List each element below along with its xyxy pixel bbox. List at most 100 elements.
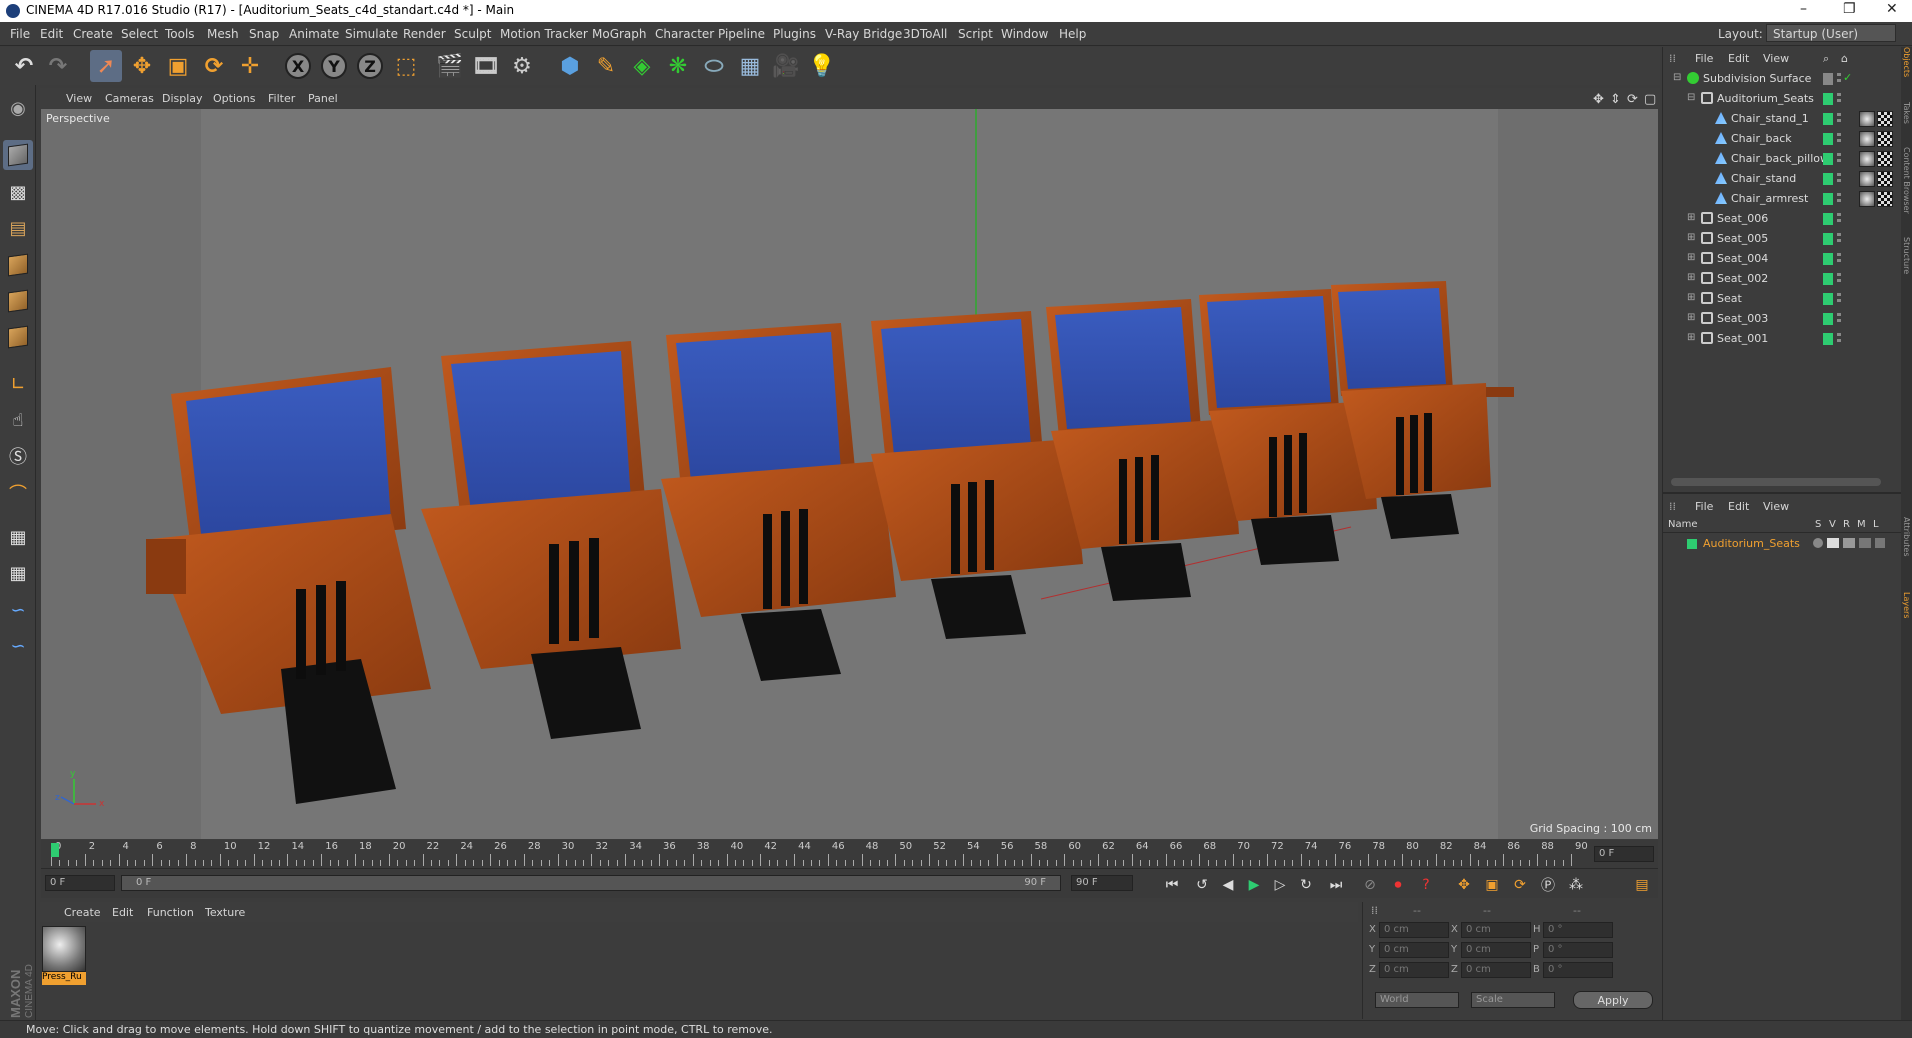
- viewport-menu-cameras[interactable]: Cameras: [105, 92, 154, 105]
- menu-script[interactable]: Script: [958, 27, 993, 41]
- menu-animate[interactable]: Animate: [289, 27, 339, 41]
- material-tag-icon[interactable]: [1859, 191, 1875, 207]
- perspective-viewport[interactable]: y x z Perspective Grid Spacing : 100 cm: [41, 109, 1658, 839]
- texture-tag-icon[interactable]: [1877, 171, 1893, 187]
- viewport-menu-options[interactable]: Options: [213, 92, 255, 105]
- key-parameter-icon[interactable]: Ⓟ: [1537, 874, 1559, 896]
- object-tree-row[interactable]: Chair_back_pillow: [1663, 149, 1901, 169]
- material-label[interactable]: Press_Ru: [42, 972, 86, 985]
- visibility-dots-icon[interactable]: [1837, 193, 1841, 205]
- visibility-dots-icon[interactable]: [1837, 153, 1841, 165]
- axis-mode-icon[interactable]: ∟: [3, 369, 33, 399]
- visibility-dots-icon[interactable]: [1837, 253, 1841, 265]
- object-name[interactable]: Seat_005: [1717, 232, 1768, 245]
- menu-tools[interactable]: Tools: [165, 27, 195, 41]
- viewport-menu-view[interactable]: View: [66, 92, 92, 105]
- next-keyframe-icon[interactable]: ↻: [1295, 874, 1317, 896]
- coord-value-field[interactable]: 0 °: [1543, 962, 1613, 978]
- current-frame-field[interactable]: 0 F: [1594, 846, 1654, 862]
- floor-icon[interactable]: ▦: [734, 50, 766, 82]
- coord-value-field[interactable]: 0 cm: [1461, 942, 1531, 958]
- tweak-mode-icon[interactable]: ☝: [3, 405, 33, 435]
- layer-lock-icon[interactable]: [1875, 538, 1885, 548]
- key-position-icon[interactable]: ✥: [1453, 874, 1475, 896]
- start-frame-field[interactable]: 0 F: [45, 875, 115, 891]
- menu-plugins[interactable]: Plugins: [773, 27, 816, 41]
- visibility-dots-icon[interactable]: [1837, 293, 1841, 305]
- om-menu-view[interactable]: View: [1763, 52, 1789, 65]
- menu-file[interactable]: File: [10, 27, 30, 41]
- y-axis-lock-icon[interactable]: Y: [318, 50, 350, 82]
- coord-value-field[interactable]: 0 cm: [1461, 922, 1531, 938]
- menu-sculpt[interactable]: Sculpt: [454, 27, 491, 41]
- viewport-menu-filter[interactable]: Filter: [268, 92, 295, 105]
- render-settings-icon[interactable]: ⚙: [506, 50, 538, 82]
- camera-icon[interactable]: 🎥: [770, 50, 802, 82]
- scale-tool-icon[interactable]: ▣: [162, 50, 194, 82]
- menu-character[interactable]: Character: [655, 27, 714, 41]
- visibility-dots-icon[interactable]: [1837, 333, 1841, 345]
- texture-tag-icon[interactable]: [1877, 191, 1893, 207]
- menu-render[interactable]: Render: [403, 27, 446, 41]
- render-view-icon[interactable]: 🎬: [434, 50, 466, 82]
- layer-color-icon[interactable]: [1823, 313, 1833, 325]
- deformer-icon[interactable]: ⬭: [698, 50, 730, 82]
- select-cursor-icon[interactable]: ➚: [90, 50, 122, 82]
- menu-edit[interactable]: Edit: [40, 27, 63, 41]
- menu-snap[interactable]: Snap: [249, 27, 279, 41]
- layer-color-icon[interactable]: [1823, 133, 1833, 145]
- move-tool-icon[interactable]: ✥: [126, 50, 158, 82]
- object-name[interactable]: Seat: [1717, 292, 1742, 305]
- coord-value-field[interactable]: 0 cm: [1461, 962, 1531, 978]
- material-menu-texture[interactable]: Texture: [205, 906, 245, 919]
- layer-name[interactable]: Auditorium_Seats: [1703, 537, 1800, 550]
- om-menu-edit[interactable]: Edit: [1728, 52, 1749, 65]
- key-pla-icon[interactable]: ⁂: [1565, 874, 1587, 896]
- material-menu-edit[interactable]: Edit: [112, 906, 133, 919]
- coordinate-system-icon[interactable]: ⬚: [390, 50, 422, 82]
- coord-value-field[interactable]: 0 °: [1543, 942, 1613, 958]
- expand-toggle-icon[interactable]: ⊞: [1687, 332, 1695, 343]
- expand-toggle-icon[interactable]: ⊞: [1687, 212, 1695, 223]
- side-tab[interactable]: Layers: [1902, 592, 1911, 618]
- material-menu-function[interactable]: Function: [147, 906, 194, 919]
- expand-toggle-icon[interactable]: ⊞: [1687, 252, 1695, 263]
- object-name[interactable]: Chair_back_pillow: [1731, 152, 1829, 165]
- layer-color-icon[interactable]: [1823, 93, 1833, 105]
- polygons-mode-icon[interactable]: [3, 322, 33, 352]
- snap-icon[interactable]: Ⓢ: [3, 441, 33, 471]
- lm-menu-edit[interactable]: Edit: [1728, 500, 1749, 513]
- menu-motion-tracker[interactable]: Motion Tracker: [500, 27, 588, 41]
- cube-object-icon[interactable]: ⬢: [554, 50, 586, 82]
- frame-range-slider[interactable]: 0 F 90 F: [121, 875, 1061, 891]
- make-editable-icon[interactable]: ◉: [3, 93, 33, 123]
- object-name[interactable]: Auditorium_Seats: [1717, 92, 1814, 105]
- coord-value-field[interactable]: 0 cm: [1379, 922, 1449, 938]
- menu-help[interactable]: Help: [1059, 27, 1086, 41]
- menu-pipeline[interactable]: Pipeline: [718, 27, 765, 41]
- key-scale-icon[interactable]: ▣: [1481, 874, 1503, 896]
- side-tab[interactable]: Attributes: [1902, 517, 1911, 557]
- object-name[interactable]: Chair_armrest: [1731, 192, 1808, 205]
- layer-color-icon[interactable]: [1823, 273, 1833, 285]
- viewport-maximize-icon[interactable]: ▢: [1644, 92, 1656, 107]
- menu-vray-bridge[interactable]: V-Ray Bridge: [825, 27, 902, 41]
- texture-tag-icon[interactable]: [1877, 131, 1893, 147]
- points-mode-icon[interactable]: [3, 250, 33, 280]
- om-scrollbar[interactable]: [1671, 478, 1881, 486]
- visibility-dots-icon[interactable]: [1837, 173, 1841, 185]
- visibility-dots-icon[interactable]: [1837, 213, 1841, 225]
- coord-value-field[interactable]: 0 °: [1543, 922, 1613, 938]
- lock-workplane-icon[interactable]: ▦: [3, 522, 33, 552]
- viewport-zoom-icon[interactable]: ⇕: [1610, 92, 1621, 107]
- playhead-marker[interactable]: [51, 843, 59, 857]
- material-tag-icon[interactable]: [1859, 171, 1875, 187]
- object-name[interactable]: Seat_006: [1717, 212, 1768, 225]
- model-mode-icon[interactable]: [3, 140, 33, 170]
- undo-icon[interactable]: ↶: [8, 50, 40, 82]
- side-tab[interactable]: Takes: [1902, 102, 1911, 124]
- viewport-menu-display[interactable]: Display: [162, 92, 203, 105]
- visibility-dots-icon[interactable]: [1837, 313, 1841, 325]
- visibility-dots-icon[interactable]: [1837, 233, 1841, 245]
- side-tab[interactable]: Content Browser: [1902, 147, 1911, 214]
